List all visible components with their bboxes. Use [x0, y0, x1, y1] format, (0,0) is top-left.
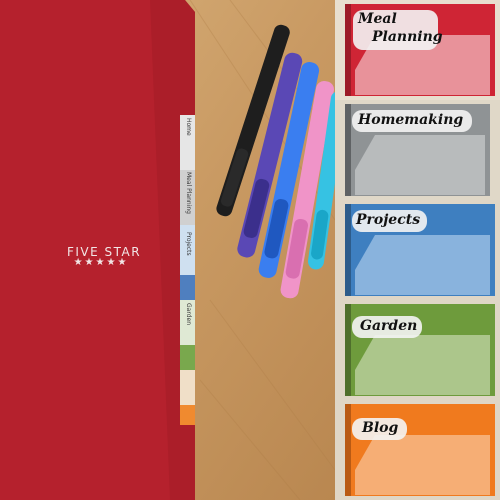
- side-tab-projects: Projects: [185, 232, 192, 256]
- label-homemaking: Homemaking: [358, 112, 464, 128]
- side-tab-home: Home: [185, 118, 192, 136]
- label-meal: Meal: [358, 11, 397, 27]
- label-blog: Blog: [362, 420, 399, 436]
- label-projects: Projects: [356, 212, 421, 228]
- label-garden: Garden: [360, 318, 418, 334]
- brand-stars: ★★★★★: [73, 257, 129, 268]
- side-tab-meal-planning: Meal Planning: [185, 172, 192, 214]
- collage-photo: FIVE STAR ★★★★★ Home Meal Planning Proje…: [0, 0, 500, 500]
- panel-blog: [335, 400, 500, 500]
- panel-garden: [335, 300, 500, 400]
- label-planning: Planning: [372, 29, 443, 45]
- side-tab-garden: Garden: [185, 303, 192, 325]
- divider-tabs: [180, 115, 195, 425]
